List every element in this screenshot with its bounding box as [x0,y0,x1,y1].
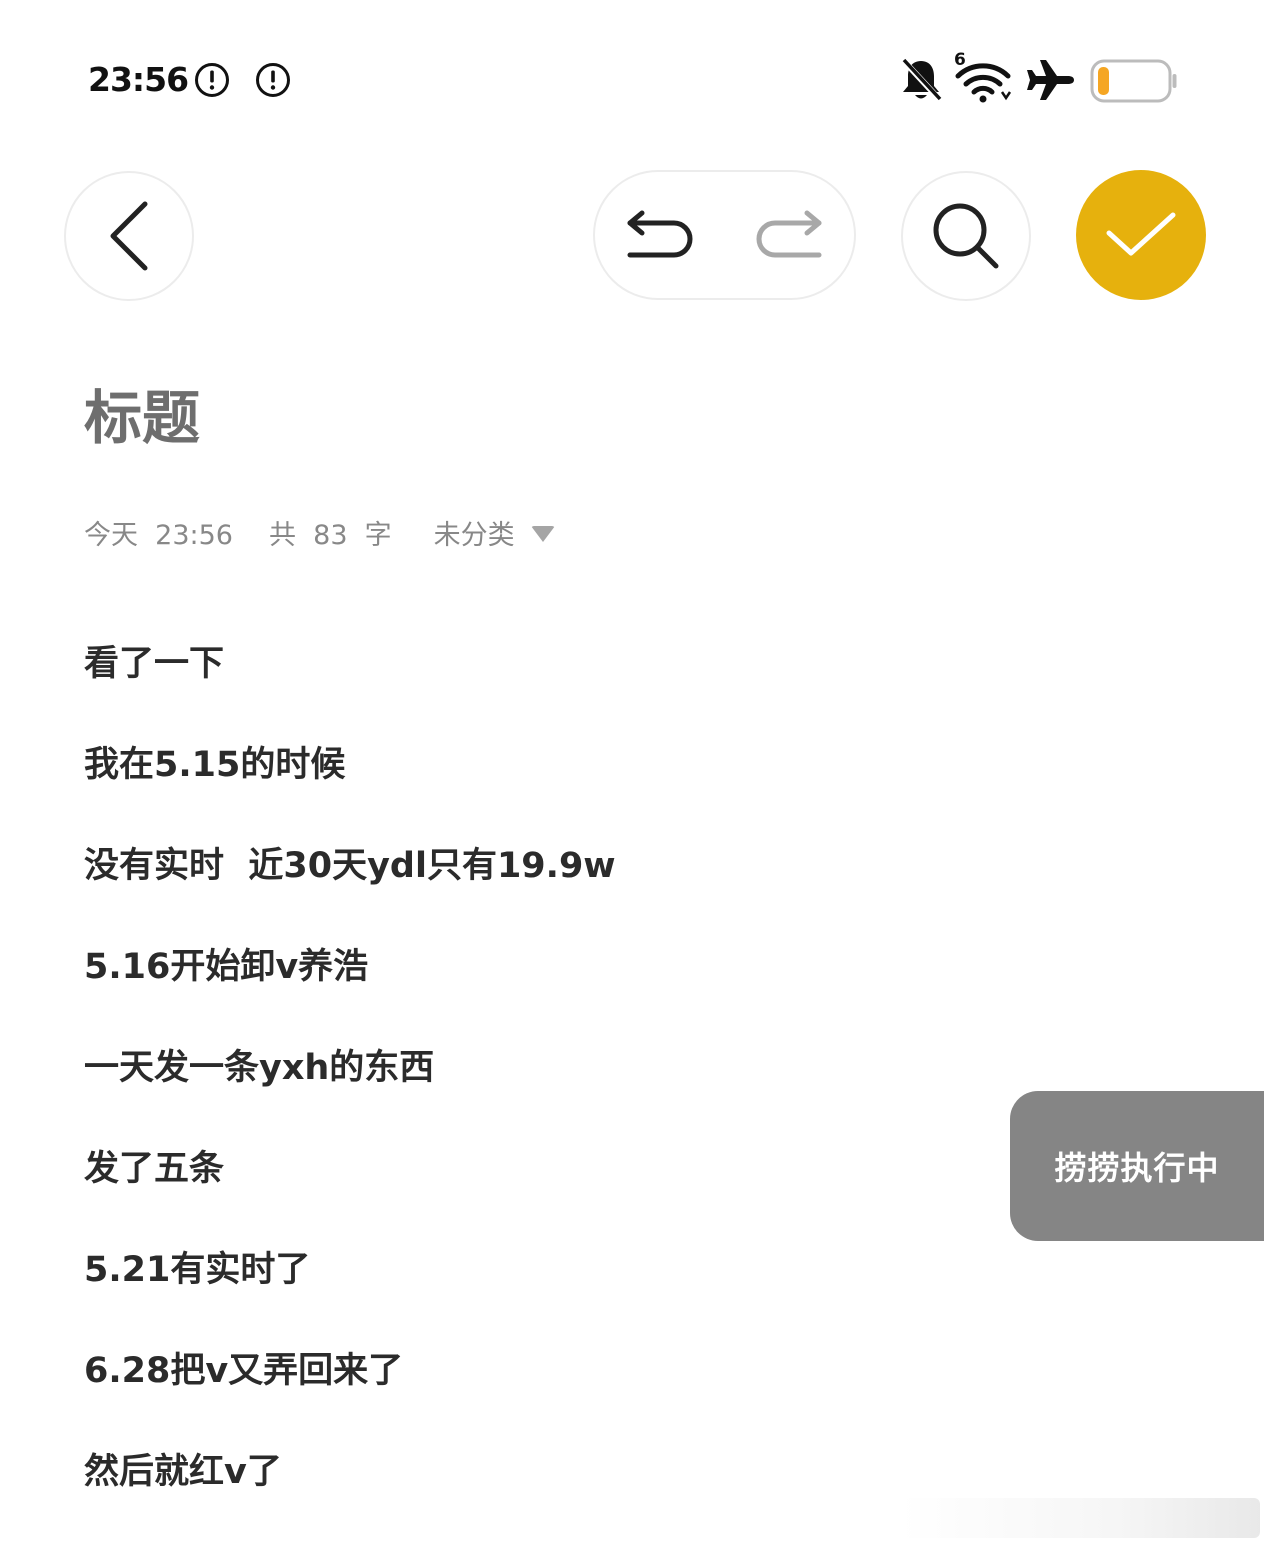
note-meta: 今天 23:56 共 83 字 未分类 [84,512,555,552]
watermark [900,1498,1260,1538]
triangle-down-icon [530,526,555,542]
category-label: 未分类 [433,519,515,551]
redo-icon [756,210,822,258]
word-count: 共 83 字 [268,519,392,551]
note-body[interactable]: 看了一下 我在5.15的时候 没有实时 近30天ydl只有19.9w 5.16开… [84,632,984,1541]
done-button[interactable] [1076,170,1206,300]
alert-circle-icon [195,63,229,97]
note-line: 5.21有实时了 [84,1250,311,1290]
note-line: 5.16开始卸v养浩 [84,947,369,987]
note-line: 发了五条 [84,1149,225,1189]
floating-badge-label: 捞捞执行中 [1054,1149,1220,1187]
category-dropdown[interactable]: 未分类 [434,513,555,552]
redo-button[interactable] [724,172,854,298]
status-time: 23:56 [88,60,189,99]
note-line: 一天发一条yxh的东西 [84,1048,435,1088]
note-title[interactable]: 标题 [84,380,200,456]
note-line: 没有实时 近30天ydl只有19.9w [84,846,616,886]
battery-low-icon [1090,59,1177,103]
chevron-left-icon [110,201,148,271]
search-icon [933,203,999,269]
bell-muted-icon [900,57,943,103]
checkmark-icon [1106,212,1176,256]
note-line: 然后就红v了 [84,1452,282,1492]
undo-button[interactable] [595,172,725,298]
search-button[interactable] [901,171,1031,301]
note-line: 我在5.15的时候 [84,745,346,785]
alert-circle-icon [256,63,290,97]
note-line: 6.28把v又弄回来了 [84,1351,404,1391]
note-date: 今天 23:56 [84,519,233,551]
note-line: 看了一下 [84,644,225,684]
undo-icon [627,210,693,258]
status-bar: 23:56 6 [0,0,1264,160]
floating-status-badge[interactable]: 捞捞执行中 [1010,1091,1264,1241]
back-button[interactable] [64,171,194,301]
undo-redo-group [593,170,856,300]
airplane-icon [1027,60,1074,100]
wifi-badge: 6 [954,50,966,70]
